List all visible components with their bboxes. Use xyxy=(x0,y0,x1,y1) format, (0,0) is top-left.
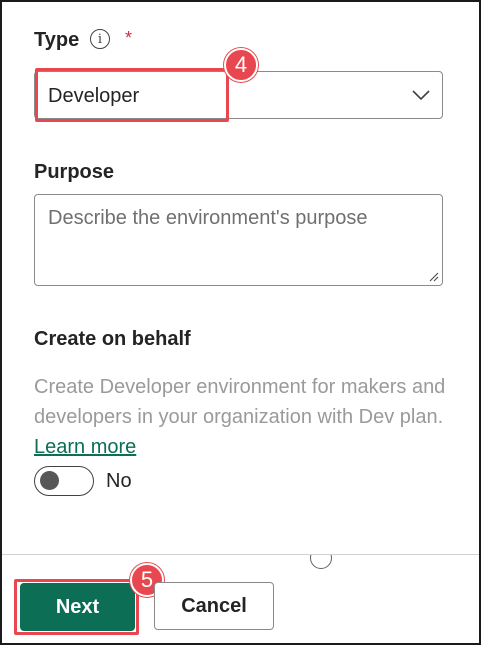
create-on-behalf-label: Create on behalf xyxy=(34,328,191,350)
footer-divider xyxy=(2,554,479,555)
create-on-behalf-toggle[interactable] xyxy=(34,466,94,496)
purpose-placeholder: Describe the environment's purpose xyxy=(48,207,368,229)
description-text: Create Developer environment for makers … xyxy=(34,376,446,428)
resize-grip-icon[interactable] xyxy=(429,272,439,282)
learn-more-link[interactable]: Learn more xyxy=(34,436,136,458)
toggle-knob xyxy=(40,471,59,490)
chevron-down-icon xyxy=(412,90,430,101)
create-on-behalf-description: Create Developer environment for makers … xyxy=(34,372,454,462)
info-icon xyxy=(310,555,332,569)
type-label: Type xyxy=(34,29,80,51)
purpose-label: Purpose xyxy=(34,161,115,183)
type-callout-highlight xyxy=(35,68,229,122)
step-badge-4: 4 xyxy=(224,48,258,82)
toggle-state-label: No xyxy=(106,470,132,492)
panel-frame: Type i * Developer 4 Purpose Describe th… xyxy=(0,0,481,645)
info-icon[interactable]: i xyxy=(90,29,110,49)
required-asterisk: * xyxy=(125,28,133,48)
next-callout-highlight xyxy=(14,579,139,635)
cancel-button[interactable]: Cancel xyxy=(154,582,274,630)
purpose-textarea[interactable]: Describe the environment's purpose xyxy=(34,194,443,286)
